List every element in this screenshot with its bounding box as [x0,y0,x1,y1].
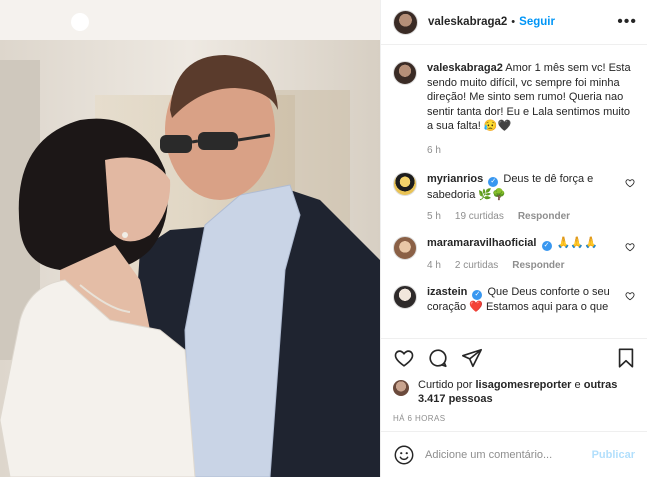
heart-icon[interactable] [625,242,635,252]
comment-likes[interactable]: 2 curtidas [455,260,498,271]
comment-avatar[interactable] [393,172,417,196]
comment-avatar[interactable] [393,236,417,260]
author-avatar[interactable] [393,9,418,35]
share-icon[interactable] [461,347,483,369]
post-header: valeskabraga2 • Seguir ••• [381,0,647,45]
heart-icon[interactable] [393,347,415,369]
more-icon[interactable]: ••• [617,13,637,31]
post-photo[interactable] [0,0,380,477]
couple-photo-illustration [0,0,380,477]
caption: valeskabraga2 Amor 1 mês sem vc! Esta se… [393,61,637,158]
liker-username[interactable]: lisagomesreporter [475,379,571,391]
post-actions [381,338,647,376]
likes-prefix: Curtido por [418,379,473,391]
post-details-panel: valeskabraga2 • Seguir ••• valeskabraga2… [380,0,647,477]
likes-connector: e [574,379,581,391]
reply-button[interactable]: Responder [512,260,564,271]
emoji-icon[interactable] [393,444,415,466]
publish-button[interactable]: Publicar [592,449,635,461]
comment-item: myrianrios ✓ Deus te dê força e sabedori… [393,172,637,222]
comment-time[interactable]: 5 h [427,211,441,222]
instagram-post-modal: valeskabraga2 • Seguir ••• valeskabraga2… [0,0,647,477]
add-comment-input[interactable] [425,448,592,461]
heart-icon[interactable] [625,291,635,301]
likes-summary: Curtido por lisagomesreporter e outras 3… [381,376,647,406]
post-time-ago[interactable]: HÁ 6 HORAS [381,406,647,423]
caption-username[interactable]: valeskabraga2 [427,62,503,74]
heart-icon[interactable] [625,178,635,188]
comment-likes[interactable]: 19 curtidas [455,211,504,222]
verified-icon: ✓ [488,177,499,187]
bookmark-icon[interactable] [615,347,637,369]
liker-avatar[interactable] [393,380,409,396]
comment-icon[interactable] [427,347,449,369]
comment-username[interactable]: maramaravilhaoficial [427,237,536,249]
comment-username[interactable]: izastein [427,286,467,298]
comment-text: 🙏🙏🙏 [556,237,598,249]
add-comment-bar: Publicar [381,431,647,477]
verified-icon: ✓ [541,241,552,251]
author-username[interactable]: valeskabraga2 [428,16,507,28]
comment-item: izastein ✓ Que Deus conforte o seu coraç… [393,284,637,316]
comment-item: maramaravilhaoficial ✓ 🙏🙏🙏 4 h 2 curtida… [393,236,637,271]
reply-button[interactable]: Responder [518,211,570,222]
caption-time[interactable]: 6 h [427,144,637,159]
caption-body: valeskabraga2 Amor 1 mês sem vc! Esta se… [427,61,637,158]
verified-icon: ✓ [472,289,483,300]
comment-time[interactable]: 4 h [427,260,441,271]
separator-dot: • [511,16,516,28]
comment-avatar[interactable] [393,284,417,309]
follow-button[interactable]: Seguir [519,16,555,28]
comments-list[interactable]: valeskabraga2 Amor 1 mês sem vc! Esta se… [381,45,647,338]
comment-username[interactable]: myrianrios [427,173,483,185]
caption-avatar[interactable] [393,61,417,85]
